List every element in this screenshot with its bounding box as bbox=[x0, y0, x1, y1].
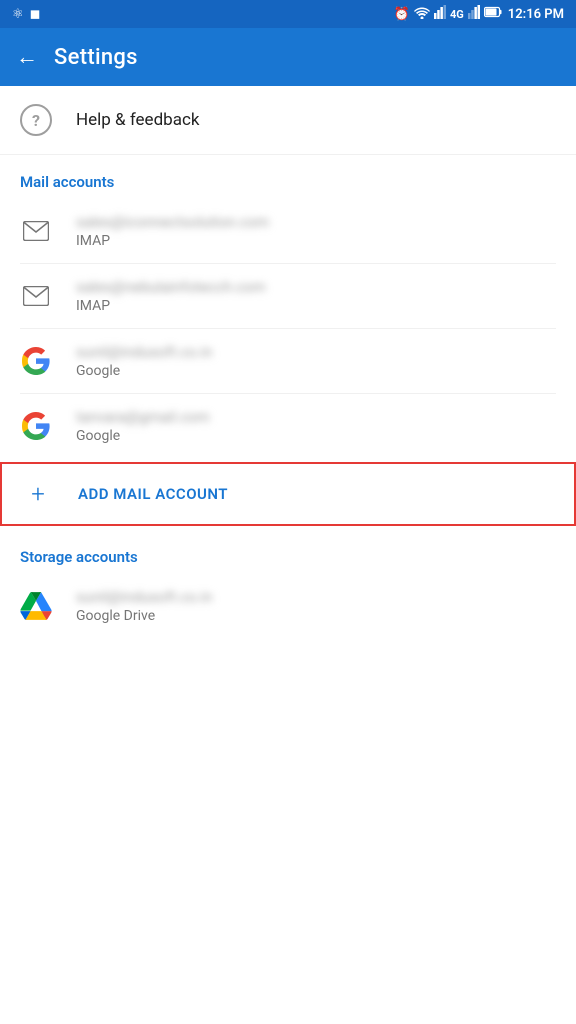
google-drive-icon bbox=[20, 590, 52, 622]
4g-label: 4G bbox=[450, 8, 464, 21]
account-email-2: sales@nebulainfotecch.com bbox=[76, 278, 266, 296]
add-mail-label: ADD MAIL ACCOUNT bbox=[78, 485, 228, 503]
help-feedback-row[interactable]: ? Help & feedback bbox=[0, 86, 576, 155]
account-type-3: Google bbox=[76, 363, 212, 379]
storage-account-type-1: Google Drive bbox=[76, 608, 212, 624]
alarm-icon: ⏰ bbox=[394, 7, 410, 22]
mail-account-row-2[interactable]: sales@nebulainfotecch.com IMAP bbox=[0, 264, 576, 328]
mail-account-row-1[interactable]: sales@iconnectsolution.com IMAP bbox=[0, 199, 576, 263]
mail-icon-1 bbox=[20, 215, 52, 247]
storage-accounts-header: Storage accounts bbox=[0, 530, 576, 574]
signal-icon bbox=[434, 5, 446, 23]
mail-icon-2 bbox=[20, 280, 52, 312]
wifi-icon bbox=[414, 6, 430, 23]
google-icon-1 bbox=[20, 345, 52, 377]
image-icon: ◼ bbox=[30, 7, 41, 22]
mail-account-info-4: tanvara@gmail.com Google bbox=[76, 408, 210, 444]
app-bar: ← Settings bbox=[0, 28, 576, 86]
google-icon-2 bbox=[20, 410, 52, 442]
account-type-1: IMAP bbox=[76, 233, 269, 249]
storage-account-info-1: sunil@indusoft.co.in Google Drive bbox=[76, 588, 212, 624]
account-email-1: sales@iconnectsolution.com bbox=[76, 213, 269, 231]
mail-account-info-2: sales@nebulainfotecch.com IMAP bbox=[76, 278, 266, 314]
storage-account-row-1[interactable]: sunil@indusoft.co.in Google Drive bbox=[0, 574, 576, 638]
settings-content: ? Help & feedback Mail accounts sales@ic… bbox=[0, 86, 576, 638]
account-email-3: sunil@indusoft.co.in bbox=[76, 343, 212, 361]
help-icon: ? bbox=[20, 104, 52, 136]
at-icon: ⚛ bbox=[12, 7, 24, 22]
back-button[interactable]: ← bbox=[16, 44, 38, 70]
time-display: 12:16 PM bbox=[508, 7, 564, 22]
battery-icon bbox=[484, 6, 502, 22]
account-type-2: IMAP bbox=[76, 298, 266, 314]
status-bar-right: ⏰ 4G bbox=[394, 5, 564, 23]
status-bar-left: ⚛ ◼ bbox=[12, 7, 40, 22]
mail-account-info-1: sales@iconnectsolution.com IMAP bbox=[76, 213, 269, 249]
app-bar-title: Settings bbox=[54, 45, 138, 70]
status-bar: ⚛ ◼ ⏰ 4G bbox=[0, 0, 576, 28]
account-email-4: tanvara@gmail.com bbox=[76, 408, 210, 426]
mail-accounts-header: Mail accounts bbox=[0, 155, 576, 199]
add-mail-account-button[interactable]: + ADD MAIL ACCOUNT bbox=[0, 462, 576, 526]
account-type-4: Google bbox=[76, 428, 210, 444]
mail-account-row-3[interactable]: sunil@indusoft.co.in Google bbox=[0, 329, 576, 393]
add-icon: + bbox=[22, 482, 54, 506]
mail-account-row-4[interactable]: tanvara@gmail.com Google bbox=[0, 394, 576, 458]
help-feedback-label: Help & feedback bbox=[76, 110, 199, 130]
storage-account-email-1: sunil@indusoft.co.in bbox=[76, 588, 212, 606]
mail-account-info-3: sunil@indusoft.co.in Google bbox=[76, 343, 212, 379]
signal2-icon bbox=[468, 5, 480, 23]
